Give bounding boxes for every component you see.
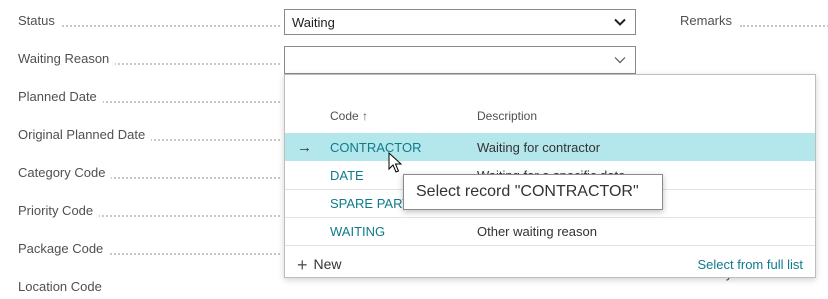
status-label: Status xyxy=(18,13,61,28)
remarks-label: Remarks xyxy=(680,13,739,28)
original-planned-date-label: Original Planned Date xyxy=(18,127,152,142)
status-value: Waiting xyxy=(292,15,335,30)
row-code[interactable]: SPARE PART xyxy=(330,196,410,211)
leader-dots xyxy=(740,25,828,27)
field-planned-date: Planned Date xyxy=(18,89,280,109)
list-item-waiting[interactable]: WAITING Other waiting reason xyxy=(285,217,815,245)
row-divider xyxy=(285,245,815,246)
dropdown-header: Code ↑ Description xyxy=(285,109,815,125)
field-priority-code: Priority Code xyxy=(18,203,280,223)
field-package-code: Package Code xyxy=(18,241,280,261)
field-remarks: Remarks xyxy=(680,13,828,33)
location-code-label: Location Code xyxy=(18,279,108,294)
priority-code-label: Priority Code xyxy=(18,203,100,218)
field-waiting-reason: Waiting Reason xyxy=(18,51,280,71)
column-header-code[interactable]: Code ↑ xyxy=(330,109,368,123)
planned-date-label: Planned Date xyxy=(18,89,103,104)
new-label: New xyxy=(313,256,342,272)
status-select[interactable]: Waiting xyxy=(284,9,636,35)
chevron-down-icon xyxy=(614,57,626,64)
plus-icon: + xyxy=(297,255,308,275)
tooltip: Select record "CONTRACTOR" xyxy=(403,174,663,210)
tooltip-text: Select record "CONTRACTOR" xyxy=(416,183,639,200)
waiting-reason-input[interactable] xyxy=(284,46,636,74)
chevron-down-icon xyxy=(614,18,626,26)
row-code[interactable]: WAITING xyxy=(330,224,385,239)
package-code-label: Package Code xyxy=(18,241,110,256)
row-description: Waiting for contractor xyxy=(477,140,601,155)
arrow-right-icon: → xyxy=(297,139,312,156)
field-status: Status xyxy=(18,13,280,33)
category-code-label: Category Code xyxy=(18,165,112,180)
select-from-full-list-link[interactable]: Select from full list xyxy=(698,257,803,272)
waiting-reason-label: Waiting Reason xyxy=(18,51,116,66)
row-code[interactable]: DATE xyxy=(330,168,364,183)
column-header-description[interactable]: Description xyxy=(477,109,537,123)
field-location-code: Location Code xyxy=(18,279,280,299)
row-description: Other waiting reason xyxy=(477,224,597,239)
mouse-cursor-icon xyxy=(388,152,402,173)
list-item-contractor[interactable]: → CONTRACTOR Waiting for contractor xyxy=(285,133,815,161)
new-button[interactable]: + New xyxy=(297,255,342,276)
field-original-planned-date: Original Planned Date xyxy=(18,127,280,147)
field-category-code: Category Code xyxy=(18,165,280,185)
row-code[interactable]: CONTRACTOR xyxy=(330,140,421,155)
